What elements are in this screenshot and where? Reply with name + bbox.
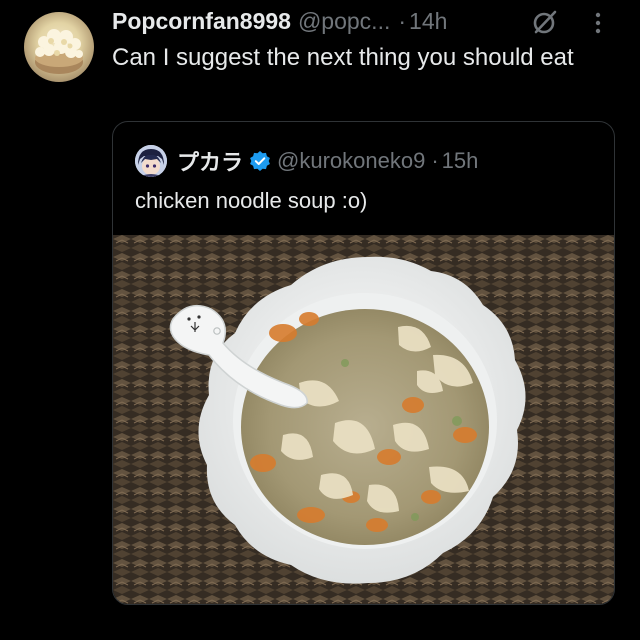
quote-author-avatar[interactable] bbox=[135, 145, 167, 177]
tweet-text: Can I suggest the next thing you should … bbox=[112, 44, 574, 71]
quote-author-handle[interactable]: @kurokoneko9 bbox=[277, 148, 425, 174]
popcorn-bowl-icon bbox=[35, 29, 83, 74]
quoted-tweet[interactable]: プカラ @kurokoneko9 · 15h chicken noodle so… bbox=[112, 121, 615, 605]
edited-icon[interactable] bbox=[530, 7, 560, 37]
author-avatar[interactable] bbox=[24, 12, 94, 82]
tweet-header: Popcornfan8998 @popc... · 14h bbox=[112, 6, 447, 36]
verified-badge-icon bbox=[250, 151, 270, 171]
quote-timestamp[interactable]: 15h bbox=[442, 148, 479, 174]
soup-bowl-photo-icon bbox=[113, 235, 614, 604]
quote-text: chicken noodle soup :o) bbox=[135, 188, 368, 213]
tweet-timestamp[interactable]: 14h bbox=[409, 8, 447, 35]
author-handle[interactable]: @popc... bbox=[298, 8, 390, 35]
separator-dot: · bbox=[398, 7, 407, 34]
anime-character-icon bbox=[135, 145, 167, 177]
more-options-icon[interactable] bbox=[586, 10, 610, 36]
tweet[interactable]: Popcornfan8998 @popc... · 14h Can I sugg… bbox=[0, 0, 640, 640]
quote-author-display-name[interactable]: プカラ bbox=[177, 145, 243, 177]
quote-separator-dot: · bbox=[431, 148, 439, 173]
soup-photo[interactable] bbox=[113, 235, 614, 604]
quote-header: プカラ @kurokoneko9 · 15h bbox=[135, 144, 478, 178]
author-display-name[interactable]: Popcornfan8998 bbox=[112, 8, 291, 35]
